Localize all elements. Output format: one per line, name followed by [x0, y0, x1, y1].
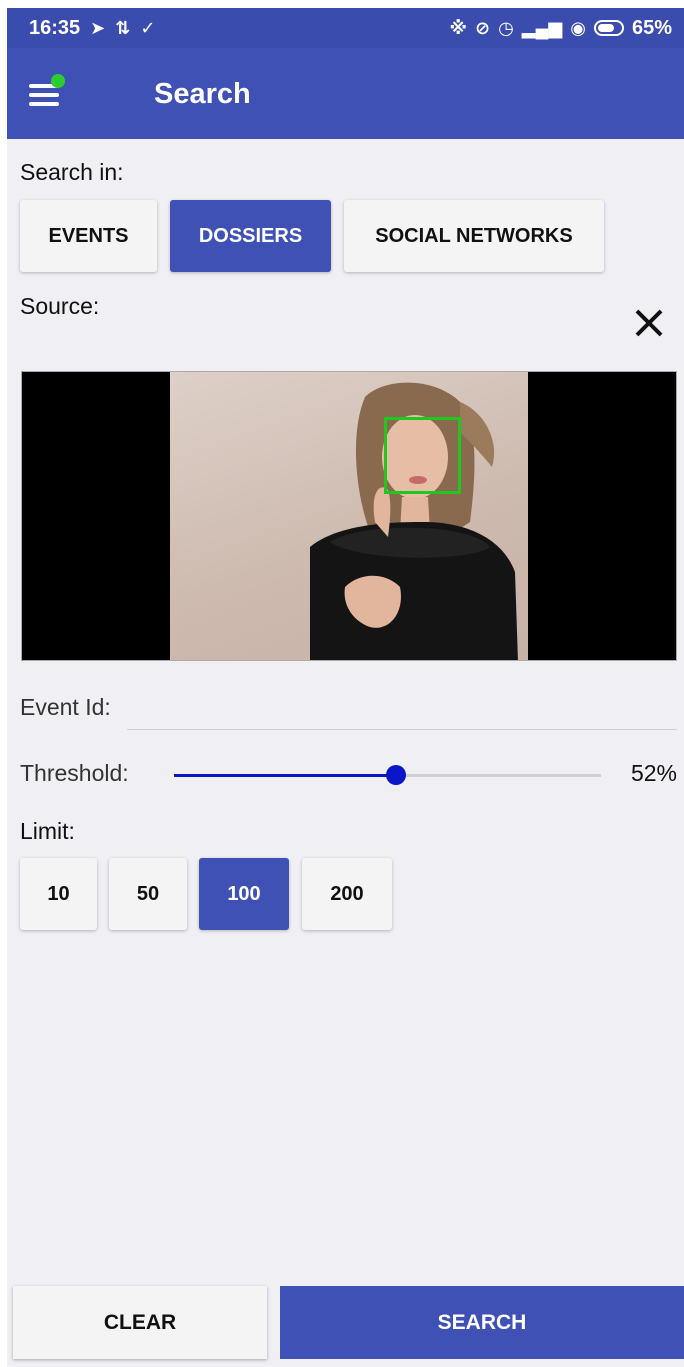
threshold-slider-thumb[interactable]	[386, 765, 407, 785]
wifi-icon: ◉	[570, 18, 586, 38]
navigation-icon: ➤	[90, 18, 106, 38]
threshold-slider-fill	[174, 774, 397, 777]
threshold-label: Threshold:	[20, 760, 129, 786]
status-bar: 16:35 ➤ ⇅ ✓ ※ ⊘ ◷ ▂▄▆ ◉ 65%	[7, 8, 684, 48]
event-id-label: Event Id:	[20, 694, 111, 720]
search-in-label: Search in:	[20, 159, 124, 185]
clear-button[interactable]: CLEAR	[13, 1286, 267, 1359]
close-icon[interactable]	[632, 306, 666, 340]
source-image-preview[interactable]	[21, 371, 677, 661]
portrait-illustration	[310, 382, 518, 660]
events-button[interactable]: EVENTS	[20, 200, 157, 272]
limit-label: Limit:	[20, 818, 75, 844]
social-networks-button[interactable]: SOCIAL NETWORKS	[344, 200, 604, 272]
threshold-slider[interactable]	[174, 765, 601, 785]
app-bar: Search	[7, 48, 684, 139]
page-title: Search	[154, 78, 251, 110]
hamburger-menu-icon[interactable]	[29, 74, 65, 110]
limit-100-button[interactable]: 100	[199, 858, 289, 930]
bluetooth-icon: ※	[449, 18, 467, 38]
source-photo	[170, 372, 528, 660]
search-button[interactable]: SEARCH	[280, 1286, 684, 1359]
battery-icon	[593, 20, 624, 36]
sync-icon: ⇅	[115, 18, 131, 38]
download-done-icon: ✓	[140, 18, 156, 38]
status-time: 16:35	[29, 16, 81, 39]
notification-dot	[51, 74, 65, 88]
event-id-input[interactable]	[127, 688, 677, 730]
app-screen: 16:35 ➤ ⇅ ✓ ※ ⊘ ◷ ▂▄▆ ◉ 65% Search Searc…	[7, 8, 684, 1367]
limit-200-button[interactable]: 200	[302, 858, 392, 930]
mute-icon: ⊘	[474, 18, 491, 38]
source-label: Source:	[20, 293, 100, 319]
battery-level: 65%	[631, 16, 672, 39]
threshold-value: 52%	[630, 760, 677, 786]
signal-icon: ▂▄▆	[521, 18, 563, 38]
limit-50-button[interactable]: 50	[109, 858, 187, 930]
face-detection-box	[384, 417, 461, 494]
limit-10-button[interactable]: 10	[20, 858, 97, 930]
alarm-icon: ◷	[498, 18, 514, 38]
dossiers-button[interactable]: DOSSIERS	[170, 200, 331, 272]
